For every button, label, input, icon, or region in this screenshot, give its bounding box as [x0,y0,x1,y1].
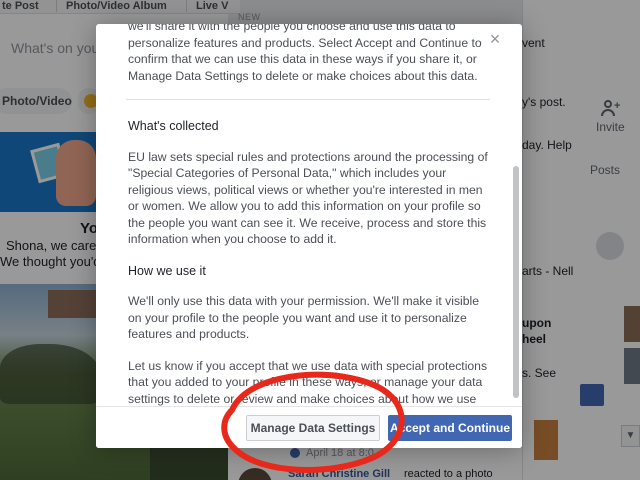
how-we-use-it-heading: How we use it [128,263,206,278]
special-data-consent-dialog: we'll share it with the people you choos… [96,24,522,448]
consent-request-paragraph: Let us know if you accept that we use da… [128,358,488,406]
whats-collected-paragraph: EU law sets special rules and protection… [128,149,488,247]
intro-paragraph: we'll share it with the people you choos… [128,24,482,83]
manage-data-settings-button[interactable]: Manage Data Settings [246,415,380,441]
close-icon[interactable]: × [486,30,504,48]
section-divider [126,99,490,100]
whats-collected-heading: What's collected [128,119,219,133]
accept-and-continue-button[interactable]: Accept and Continue [388,415,512,441]
dialog-body: we'll share it with the people you choos… [126,24,490,406]
dialog-footer: Manage Data Settings Accept and Continue [96,406,522,448]
dialog-scroll-area[interactable]: we'll share it with the people you choos… [96,24,522,406]
how-we-use-it-paragraph: We'll only use this data with your permi… [128,294,480,341]
dialog-scrollbar-thumb[interactable] [513,166,519,398]
